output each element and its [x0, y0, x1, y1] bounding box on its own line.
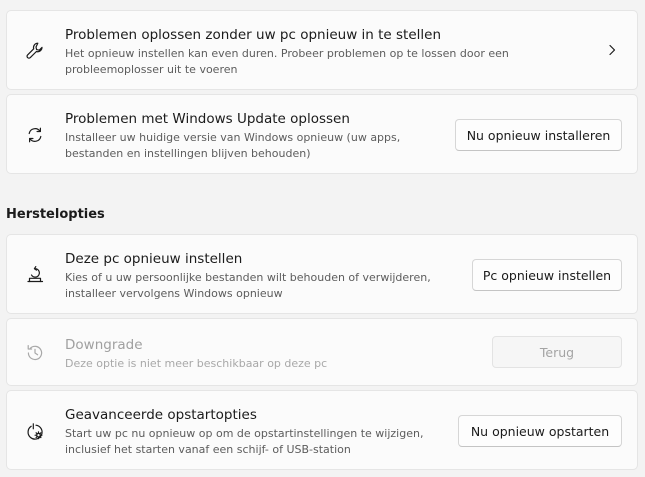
reset-pc-card: Deze pc opnieuw instellen Kies of u uw p… — [6, 234, 638, 314]
section-title: Herstelopties — [6, 207, 105, 222]
advanced-startup-icon — [24, 421, 46, 443]
troubleshoot-description: Het opnieuw instellen kan even duren. Pr… — [65, 47, 509, 76]
reinstall-now-button[interactable]: Nu opnieuw installeren — [455, 119, 622, 151]
advanced-startup-title: Geavanceerde opstartopties — [65, 407, 257, 423]
windows-update-title: Problemen met Windows Update oplossen — [65, 111, 350, 127]
advanced-startup-card: Geavanceerde opstartopties Start uw pc n… — [6, 390, 638, 470]
wrench-icon — [24, 40, 46, 62]
reset-pc-title: Deze pc opnieuw instellen — [65, 251, 243, 267]
go-back-button[interactable]: Terug — [492, 336, 622, 368]
downgrade-description: Deze optie is niet meer beschikbaar op d… — [65, 357, 328, 370]
reset-pc-button[interactable]: Pc opnieuw instellen — [472, 259, 622, 291]
chevron-right-icon — [609, 44, 616, 56]
downgrade-title: Downgrade — [65, 337, 143, 353]
reset-pc-icon — [24, 263, 46, 285]
troubleshoot-title: Problemen oplossen zonder uw pc opnieuw … — [65, 27, 442, 43]
restart-now-button[interactable]: Nu opnieuw opstarten — [458, 415, 622, 447]
downgrade-card: Downgrade Deze optie is niet meer beschi… — [6, 318, 638, 386]
troubleshoot-card[interactable]: Problemen oplossen zonder uw pc opnieuw … — [6, 10, 638, 90]
history-icon — [24, 342, 46, 364]
recovery-settings-page: Problemen oplossen zonder uw pc opnieuw … — [0, 0, 645, 477]
reset-pc-description: Kies of u uw persoonlijke bestanden wilt… — [65, 271, 431, 300]
sync-icon — [24, 124, 46, 146]
advanced-startup-description: Start uw pc nu opnieuw op om de opstarti… — [65, 427, 424, 456]
windows-update-description: Installeer uw huidige versie van Windows… — [65, 131, 401, 160]
windows-update-fix-card: Problemen met Windows Update oplossen In… — [6, 94, 638, 174]
